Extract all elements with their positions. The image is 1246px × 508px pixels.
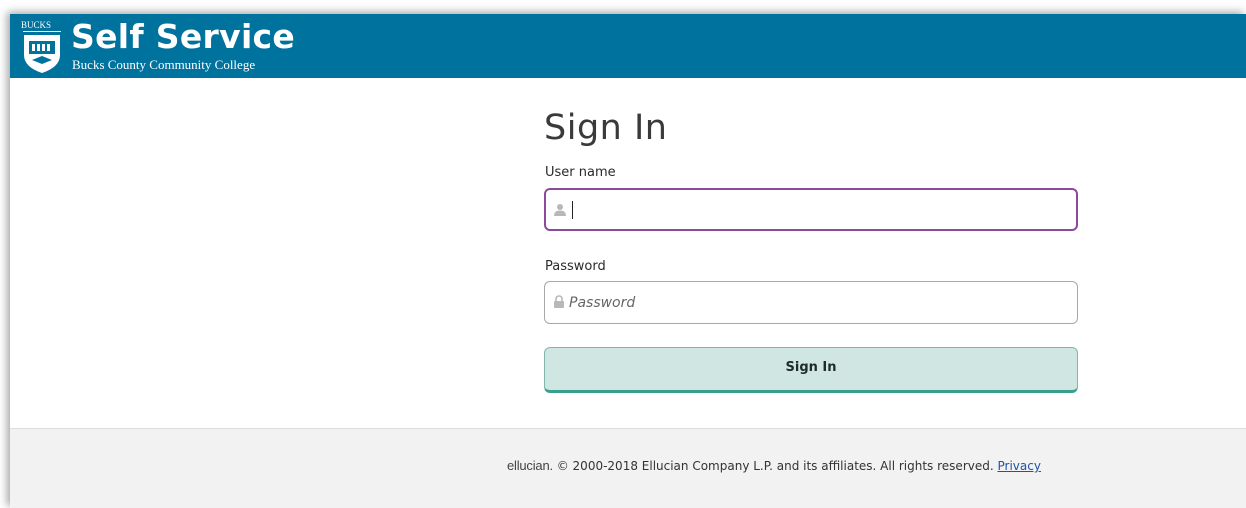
text-cursor — [572, 201, 573, 219]
crest-text: BUCKS — [21, 20, 51, 30]
lock-icon — [554, 295, 564, 308]
username-input[interactable] — [570, 190, 1060, 229]
password-input[interactable] — [569, 282, 1059, 323]
app-subtitle: Bucks County Community College — [72, 57, 256, 72]
sign-in-button[interactable]: Sign In — [544, 347, 1078, 393]
copyright-text: © 2000-2018 Ellucian Company L.P. and it… — [556, 459, 994, 473]
user-icon — [554, 204, 566, 216]
password-label: Password — [545, 259, 606, 274]
ellucian-logo: ellucian. — [507, 458, 553, 473]
app-title[interactable]: Self Service — [71, 16, 295, 58]
app-header: BUCKS Self Service Bucks County Communit… — [10, 14, 1246, 78]
username-field[interactable] — [544, 188, 1078, 231]
username-label: User name — [545, 165, 616, 180]
page-title: Sign In — [544, 108, 668, 148]
password-field[interactable] — [544, 281, 1078, 324]
footer-copyright-line: ellucian. © 2000-2018 Ellucian Company L… — [507, 457, 1041, 475]
page-footer: ellucian. © 2000-2018 Ellucian Company L… — [10, 428, 1246, 508]
college-crest-logo: BUCKS — [21, 20, 61, 73]
browser-viewport: BUCKS Self Service Bucks County Communit… — [10, 14, 1246, 508]
privacy-link[interactable]: Privacy — [998, 459, 1041, 473]
